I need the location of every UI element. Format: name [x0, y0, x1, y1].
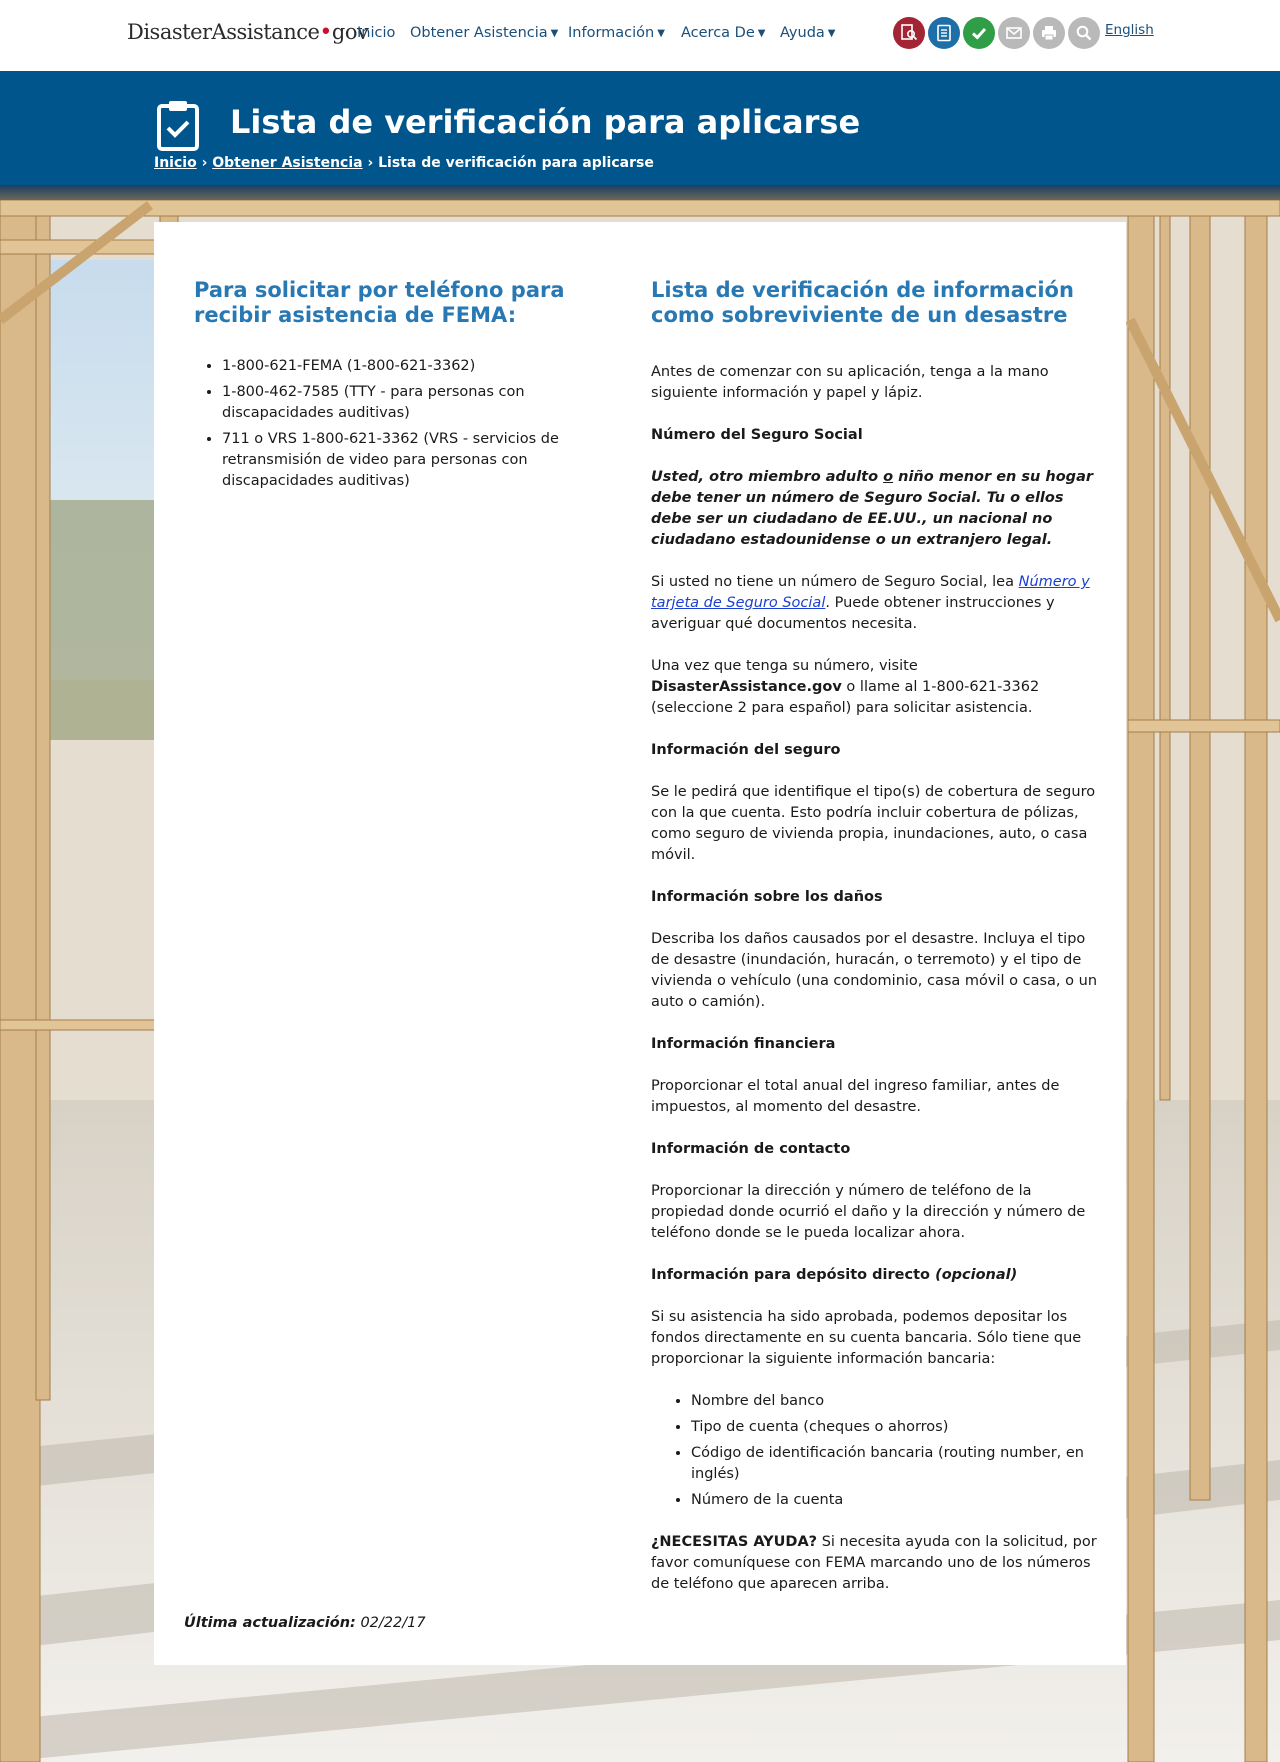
chevron-down-icon: ▼ [550, 28, 559, 39]
nav-link-label: Información [568, 25, 655, 41]
banner-shadow [0, 185, 1280, 201]
deposit-text: Si su asistencia ha sido aprobada, podem… [651, 1309, 1082, 1367]
checkmark-icon [971, 27, 987, 40]
nav-link-acerca-de[interactable]: Acerca De ▼ [681, 25, 765, 41]
content-card: Para solicitar por teléfono para recibir… [154, 222, 1126, 1665]
checklist-section-heading: Lista de verificación de información com… [651, 278, 1074, 327]
search-document-icon [901, 24, 918, 41]
checklist-icon [937, 24, 951, 42]
nav-link-label: Acerca De [681, 25, 755, 41]
print-icon [1042, 26, 1056, 41]
breadcrumb-separator: › [201, 155, 208, 171]
list-item: Número de la cuenta [691, 1490, 1101, 1511]
list-item: Código de identificación bancaria (routi… [691, 1443, 1101, 1485]
nav-link-label: Ayuda [780, 25, 825, 41]
page-banner: Lista de verificación para aplicarse Ini… [0, 71, 1280, 185]
insurance-text: Se le pedirá que identifique el tipo(s) … [651, 784, 1096, 863]
list-item: Tipo de cuenta (cheques o ahorros) [691, 1417, 1101, 1438]
financial-title: Información financiera [651, 1036, 836, 1052]
list-item: 1-800-462-7585 (TTY - para personas con … [222, 382, 614, 424]
page-title: Lista de verificación para aplicarse [230, 103, 861, 141]
financial-text: Proporcionar el total anual del ingreso … [651, 1078, 1060, 1115]
damage-text: Describa los daños causados por el desas… [651, 931, 1098, 1010]
help-lead: ¿NECESITAS AYUDA? [651, 1534, 818, 1550]
deposit-title-text: Información para depósito directo [651, 1267, 930, 1283]
help-text: ¿NECESITAS AYUDA? Si necesita ayuda con … [651, 1532, 1101, 1595]
no-ssn-text: Si usted no tiene un número de Seguro So… [651, 572, 1101, 635]
nav-link-informacion[interactable]: Información ▼ [568, 25, 665, 41]
deposit-title: Información para depósito directo (opcio… [651, 1265, 1101, 1286]
list-item: 1-800-621-FEMA (1-800-621-3362) [222, 356, 614, 377]
contact-title: Información de contacto [651, 1141, 851, 1157]
clipboard-check-icon [156, 99, 200, 155]
print-button[interactable] [1033, 17, 1065, 49]
last-updated: Última actualización: 02/22/17 [184, 1615, 426, 1631]
phone-number-list: 1-800-621-FEMA (1-800-621-3362) 1-800-46… [194, 356, 614, 492]
nav-link-label: Obtener Asistencia [410, 25, 548, 41]
nav-link-ayuda[interactable]: Ayuda ▼ [780, 25, 836, 41]
damage-title: Información sobre los daños [651, 889, 883, 905]
intro-text: Antes de comenzar con su aplicación, ten… [651, 364, 1049, 401]
breadcrumb-current: Lista de verificación para aplicarse [378, 155, 654, 171]
ssn-requirement-note: Usted, otro miembro adulto o niño menor … [651, 467, 1101, 551]
nav-link-label: Inicio [357, 25, 396, 41]
visit-text-part: Una vez que tenga su número, visite [651, 658, 918, 674]
search-button[interactable] [1068, 17, 1100, 49]
email-button[interactable] [998, 17, 1030, 49]
breadcrumb-link-obtener-asistencia[interactable]: Obtener Asistencia [212, 155, 362, 171]
logo-text-main: DisasterAssistance [127, 20, 320, 44]
breadcrumb-link-inicio[interactable]: Inicio [154, 155, 197, 171]
site-name: DisasterAssistance.gov [651, 679, 842, 695]
visit-site-text: Una vez que tenga su número, visite Disa… [651, 656, 1101, 719]
phone-section-heading: Para solicitar por teléfono para recibir… [194, 278, 565, 327]
phone-section: Para solicitar por teléfono para recibir… [194, 278, 614, 497]
last-updated-date: 02/22/17 [360, 1615, 426, 1631]
breadcrumb: Inicio › Obtener Asistencia › Lista de v… [154, 155, 654, 171]
breadcrumb-separator: › [367, 155, 374, 171]
no-ssn-text-part: Si usted no tiene un número de Seguro So… [651, 574, 1019, 590]
checklist-button[interactable] [928, 17, 960, 49]
chevron-down-icon: ▼ [827, 28, 836, 39]
insurance-title: Información del seguro [651, 742, 841, 758]
contact-text: Proporcionar la dirección y número de te… [651, 1183, 1086, 1241]
nav-link-obtener-asistencia[interactable]: Obtener Asistencia ▼ [410, 25, 558, 41]
nav-link-inicio[interactable]: Inicio [357, 25, 395, 41]
email-icon [1006, 27, 1022, 39]
logo-dot: • [319, 20, 332, 45]
search-icon [1076, 25, 1092, 41]
deposit-optional-label: (opcional) [935, 1267, 1018, 1283]
checkmark-button[interactable] [963, 17, 995, 49]
ssn-note-text: Usted, otro miembro adulto [651, 469, 884, 485]
checklist-section: Lista de verificación de información com… [651, 278, 1101, 1592]
ssn-title: Número del Seguro Social [651, 427, 863, 443]
chevron-down-icon: ▼ [757, 28, 766, 39]
bank-info-list: Nombre del banco Tipo de cuenta (cheques… [651, 1391, 1101, 1511]
list-item: 711 o VRS 1-800-621-3362 (VRS - servicio… [222, 429, 614, 492]
english-language-link[interactable]: English [1105, 22, 1154, 38]
checklist-body: Antes de comenzar con su aplicación, ten… [651, 362, 1101, 1616]
chevron-down-icon: ▼ [657, 28, 665, 39]
top-navigation: DisasterAssistance•gov Inicio Obtener As… [0, 0, 1280, 71]
site-logo[interactable]: DisasterAssistance•gov [127, 20, 369, 50]
ssn-note-underlined-o: o [883, 469, 894, 485]
search-document-button[interactable] [893, 17, 925, 49]
last-updated-label: Última actualización: [184, 1615, 356, 1631]
list-item: Nombre del banco [691, 1391, 1101, 1412]
